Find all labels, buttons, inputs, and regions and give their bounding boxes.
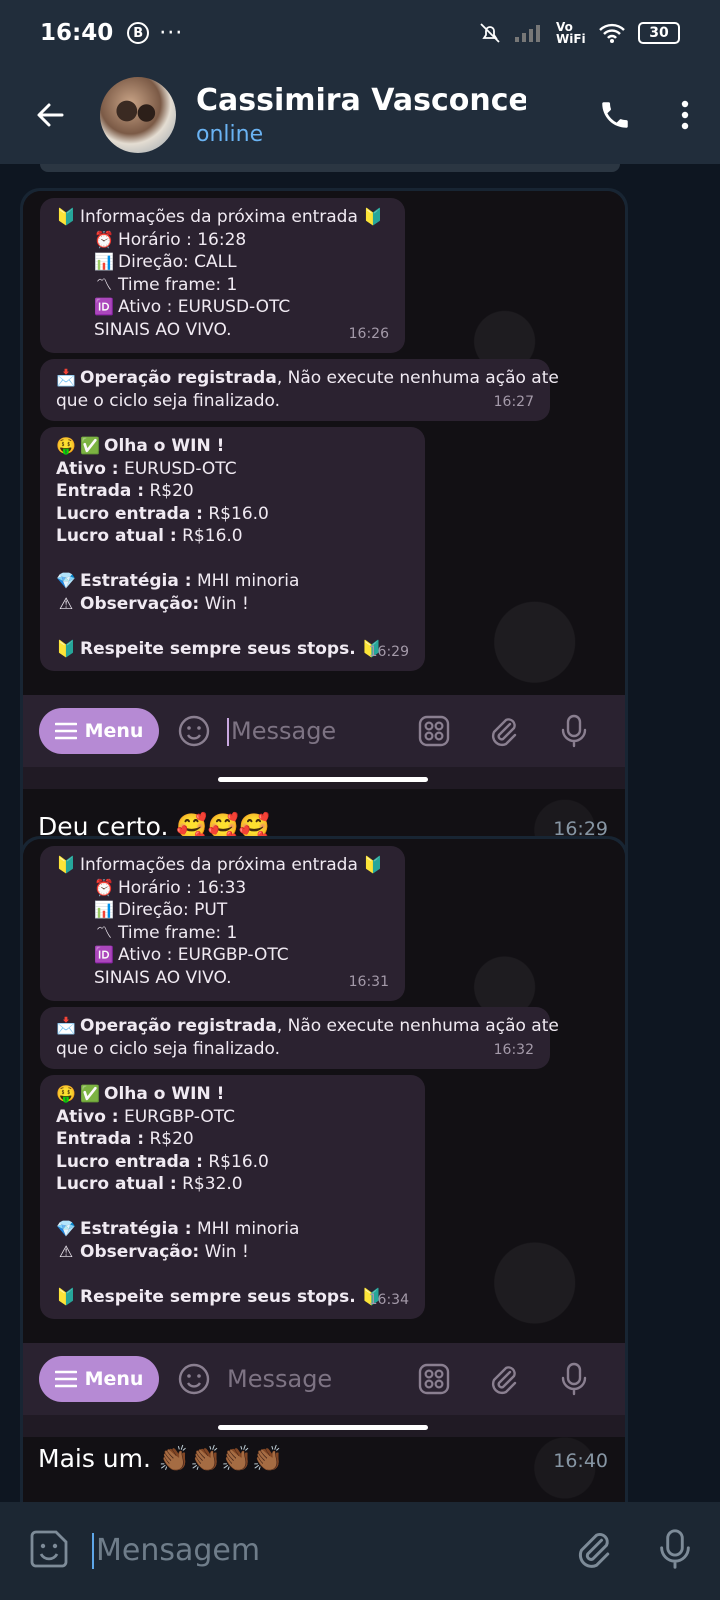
signal-info-message: 🔰 Informações da próxima entrada 🔰 ⏰ Horár… (40, 198, 405, 353)
inbox-icon: 📩 (56, 1016, 76, 1035)
paperclip-icon (491, 718, 517, 747)
beginner-icon: 🔰 (363, 855, 384, 874)
previous-message-edge (40, 164, 620, 172)
beginner-icon: 🔰 (56, 855, 76, 874)
gesture-bar (218, 777, 428, 782)
message-time: 16:31 (348, 973, 389, 990)
diamond-icon: 💎 (56, 571, 76, 590)
battery-icon: 30 (638, 22, 680, 44)
emoji-button[interactable] (28, 1528, 70, 1574)
chart-icon: 📊 (94, 900, 114, 919)
wifi-icon (599, 23, 625, 43)
trend-icon: 〽 (95, 922, 112, 942)
bot-commands-button (399, 715, 469, 747)
message-input-bar: Mensagem (0, 1502, 720, 1600)
kebab-menu-icon (681, 100, 689, 130)
avatar[interactable] (100, 77, 176, 153)
signal-info-message: 🔰 Informações da próxima entrada 🔰 ⏰ Horár… (40, 846, 405, 1001)
smile-icon (178, 1363, 210, 1395)
chat-area[interactable]: 🔰 Informações da próxima entrada 🔰 ⏰ Horár… (0, 164, 720, 1600)
alarm-icon: ⏰ (94, 229, 114, 249)
phone-icon (602, 102, 628, 128)
attach-button[interactable] (574, 1529, 614, 1573)
warning-icon: ⚠ (58, 593, 74, 613)
microphone-icon (561, 714, 587, 748)
trend-icon: 〽 (95, 274, 112, 294)
smile-icon (178, 715, 210, 747)
arrow-left-icon (37, 103, 64, 127)
voice-button (539, 714, 609, 748)
message-time: 16:26 (348, 325, 389, 342)
signal-icon (515, 25, 540, 42)
message-input[interactable]: Mensagem (92, 1533, 574, 1570)
message-placeholder: Message (227, 1365, 333, 1393)
message-time: 16:34 (368, 1291, 409, 1308)
message-time: 16:27 (493, 393, 534, 410)
beginner-icon: 🔰 (56, 207, 76, 226)
clock: 16:40 (40, 20, 114, 46)
call-button[interactable] (580, 66, 650, 164)
screenshot-composer: Menu Message (23, 695, 625, 767)
money-face-icon: 🤑 (56, 436, 76, 455)
voice-button (539, 1362, 609, 1396)
id-icon: 🆔 (94, 945, 114, 964)
win-result-message: 🤑 ✅ Olha o WIN ! Ativo : EURUSD-OTC Entrad… (40, 427, 425, 671)
warning-icon: ⚠ (58, 1241, 74, 1261)
message-time: 16:29 (368, 643, 409, 660)
message-time: 16:40 (553, 1450, 608, 1472)
menu-button: Menu (39, 708, 159, 754)
attach-button (469, 1363, 539, 1395)
message-time: 16:32 (493, 1041, 534, 1058)
paperclip-icon (578, 1533, 610, 1568)
beginner-icon: 🔰 (56, 638, 76, 658)
contact-status: online (196, 122, 264, 147)
operation-registered-message: 📩 Operação registrada, Não execute nenhum… (40, 1007, 559, 1069)
status-bar: 16:40 B ··· Vo WiFi 30 (0, 0, 720, 66)
screenshot-composer: Menu Message (23, 1343, 625, 1415)
voice-record-button[interactable] (658, 1528, 692, 1574)
contact-info[interactable]: Cassimira Vasconcelos online (196, 83, 580, 147)
grid-icon (418, 1363, 450, 1395)
beginner-icon: 🔰 (363, 207, 384, 226)
image-message[interactable]: 🔰 Informações da próxima entrada 🔰 ⏰ Horár… (20, 836, 628, 1600)
vowifi-label: Vo WiFi (556, 20, 586, 46)
grid-icon (418, 715, 450, 747)
back-button[interactable] (0, 66, 100, 164)
menu-button: Menu (39, 1356, 159, 1402)
more-options-button[interactable] (650, 66, 720, 164)
gesture-bar (218, 1425, 428, 1430)
hamburger-icon (54, 1370, 77, 1388)
check-icon: ✅ (80, 436, 100, 455)
sticker-icon (30, 1530, 68, 1568)
check-icon: ✅ (80, 1084, 100, 1103)
chart-icon: 📊 (94, 252, 114, 271)
b-app-icon: B (127, 22, 150, 44)
beginner-icon: 🔰 (56, 1286, 76, 1306)
bot-commands-button (399, 1363, 469, 1395)
bell-muted-icon (480, 23, 500, 43)
win-result-message: 🤑 ✅ Olha o WIN ! Ativo : EURGBP-OTC Entrad… (40, 1075, 425, 1319)
alarm-icon: ⏰ (94, 877, 114, 897)
contact-name: Cassimira Vasconcelos (196, 83, 526, 118)
inbox-icon: 📩 (56, 368, 76, 387)
id-icon: 🆔 (94, 297, 114, 316)
diamond-icon: 💎 (56, 1219, 76, 1238)
money-face-icon: 🤑 (56, 1084, 76, 1103)
more-notifications-icon: ··· (159, 20, 184, 46)
hamburger-icon (54, 722, 77, 740)
microphone-icon (660, 1529, 690, 1569)
chat-header: Cassimira Vasconcelos online (0, 66, 720, 164)
operation-registered-message: 📩 Operação registrada, Não execute nenhum… (40, 359, 559, 421)
message-placeholder: Message (227, 717, 399, 746)
message-caption: Mais um. 👏🏾👏🏾👏🏾👏🏾 (38, 1444, 284, 1473)
microphone-icon (561, 1362, 587, 1396)
attach-button (469, 715, 539, 747)
paperclip-icon (491, 1366, 517, 1395)
